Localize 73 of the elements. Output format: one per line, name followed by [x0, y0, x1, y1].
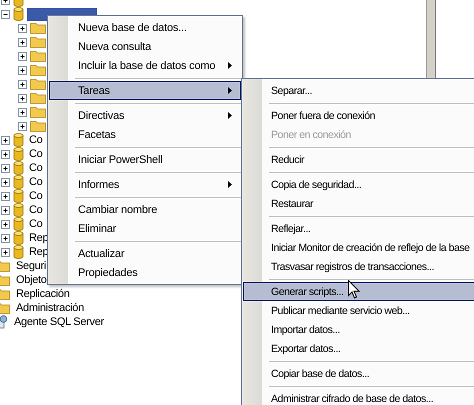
- menu-item[interactable]: Copiar base de datos...: [243, 364, 474, 383]
- menu-item[interactable]: Separar...: [243, 81, 474, 100]
- menu-item[interactable]: Generar scripts...: [243, 282, 474, 301]
- menu-item[interactable]: Reducir: [243, 150, 474, 169]
- expand-icon[interactable]: [1, 136, 10, 144]
- tree-node-label[interactable]: Co: [27, 148, 44, 160]
- expand-icon[interactable]: [1, 164, 10, 172]
- tree-node-label[interactable]: Co: [27, 190, 44, 202]
- menu-item[interactable]: Iniciar Monitor de creación de reflejo de la base: [243, 238, 474, 257]
- tree-node-label[interactable]: Objeto: [14, 274, 49, 286]
- tree-node-label[interactable]: Replicación: [14, 288, 72, 300]
- menu-item[interactable]: Poner fuera de conexión: [243, 106, 474, 125]
- tree-node-label[interactable]: Co: [27, 204, 44, 216]
- menu-item[interactable]: Propiedades: [49, 263, 241, 282]
- tree-node-label[interactable]: Co: [27, 134, 44, 146]
- expand-icon[interactable]: [1, 220, 10, 228]
- folder-icon: [30, 92, 46, 104]
- expand-icon[interactable]: [1, 248, 10, 256]
- database-icon: [13, 217, 24, 231]
- tree-node-label[interactable]: Co: [27, 176, 44, 188]
- menu-item[interactable]: Exportar datos...: [243, 339, 474, 358]
- menu-item[interactable]: Cambiar nombre: [49, 200, 241, 219]
- tree-node-label[interactable]: Co: [27, 162, 44, 174]
- menu-item[interactable]: Nueva base de datos...: [49, 18, 241, 37]
- expand-icon[interactable]: [18, 122, 27, 130]
- menu-item[interactable]: Directivas: [49, 106, 241, 125]
- tree-node-label[interactable]: Seguri: [14, 260, 48, 272]
- expand-icon[interactable]: [1, 192, 10, 200]
- menu-item[interactable]: Reflejar...: [243, 219, 474, 238]
- database-icon: [13, 161, 24, 175]
- menu-item[interactable]: Iniciar PowerShell: [49, 150, 241, 169]
- expand-icon[interactable]: [1, 178, 10, 186]
- menu-item[interactable]: Informes: [49, 175, 241, 194]
- menu-item[interactable]: Eliminar: [49, 219, 241, 238]
- folder-icon: [30, 120, 46, 132]
- folder-icon: [30, 64, 46, 76]
- database-icon: [13, 189, 24, 203]
- menu-item[interactable]: Copia de seguridad...: [243, 175, 474, 194]
- expand-icon[interactable]: [1, 234, 10, 242]
- menu-item[interactable]: Facetas: [49, 125, 241, 144]
- database-icon: [13, 175, 24, 189]
- expand-icon[interactable]: [18, 94, 27, 102]
- expand-icon[interactable]: [18, 38, 27, 46]
- menu-item[interactable]: Actualizar: [49, 244, 241, 263]
- expand-icon[interactable]: [18, 52, 27, 60]
- mouse-pointer-icon: [348, 280, 360, 299]
- expand-icon[interactable]: [18, 80, 27, 88]
- folder-icon: [30, 36, 46, 48]
- menu-item[interactable]: Trasvasar registros de transacciones...: [243, 257, 474, 276]
- menu-item[interactable]: Incluir la base de datos como: [49, 56, 241, 75]
- menu-item[interactable]: Importar datos...: [243, 320, 474, 339]
- collapse-icon[interactable]: [1, 10, 10, 18]
- tree-node-label[interactable]: Co: [27, 218, 44, 230]
- tree-node-label[interactable]: Agente SQL Server: [12, 316, 106, 328]
- menu-item[interactable]: Tareas: [49, 81, 241, 100]
- database-icon: [13, 147, 24, 161]
- expand-icon[interactable]: [1, 206, 10, 214]
- database-icon: [13, 133, 24, 147]
- expand-icon[interactable]: [18, 66, 27, 74]
- menu-item[interactable]: Administrar cifrado de base de datos...: [243, 389, 474, 405]
- expand-icon[interactable]: [18, 24, 27, 32]
- tree-node-label[interactable]: Administración: [14, 302, 86, 314]
- folder-icon: [30, 106, 46, 118]
- expand-icon[interactable]: [18, 108, 27, 116]
- database-icon: [13, 231, 24, 245]
- menu-item[interactable]: Publicar mediante servicio web...: [243, 301, 474, 320]
- menu-item[interactable]: Nueva consulta: [49, 37, 241, 56]
- expand-icon[interactable]: [1, 150, 10, 158]
- database-icon: [13, 245, 24, 259]
- menu-item[interactable]: Restaurar: [243, 194, 474, 213]
- folder-icon: [30, 78, 46, 90]
- database-icon: [13, 203, 24, 217]
- folder-icon: [30, 50, 46, 62]
